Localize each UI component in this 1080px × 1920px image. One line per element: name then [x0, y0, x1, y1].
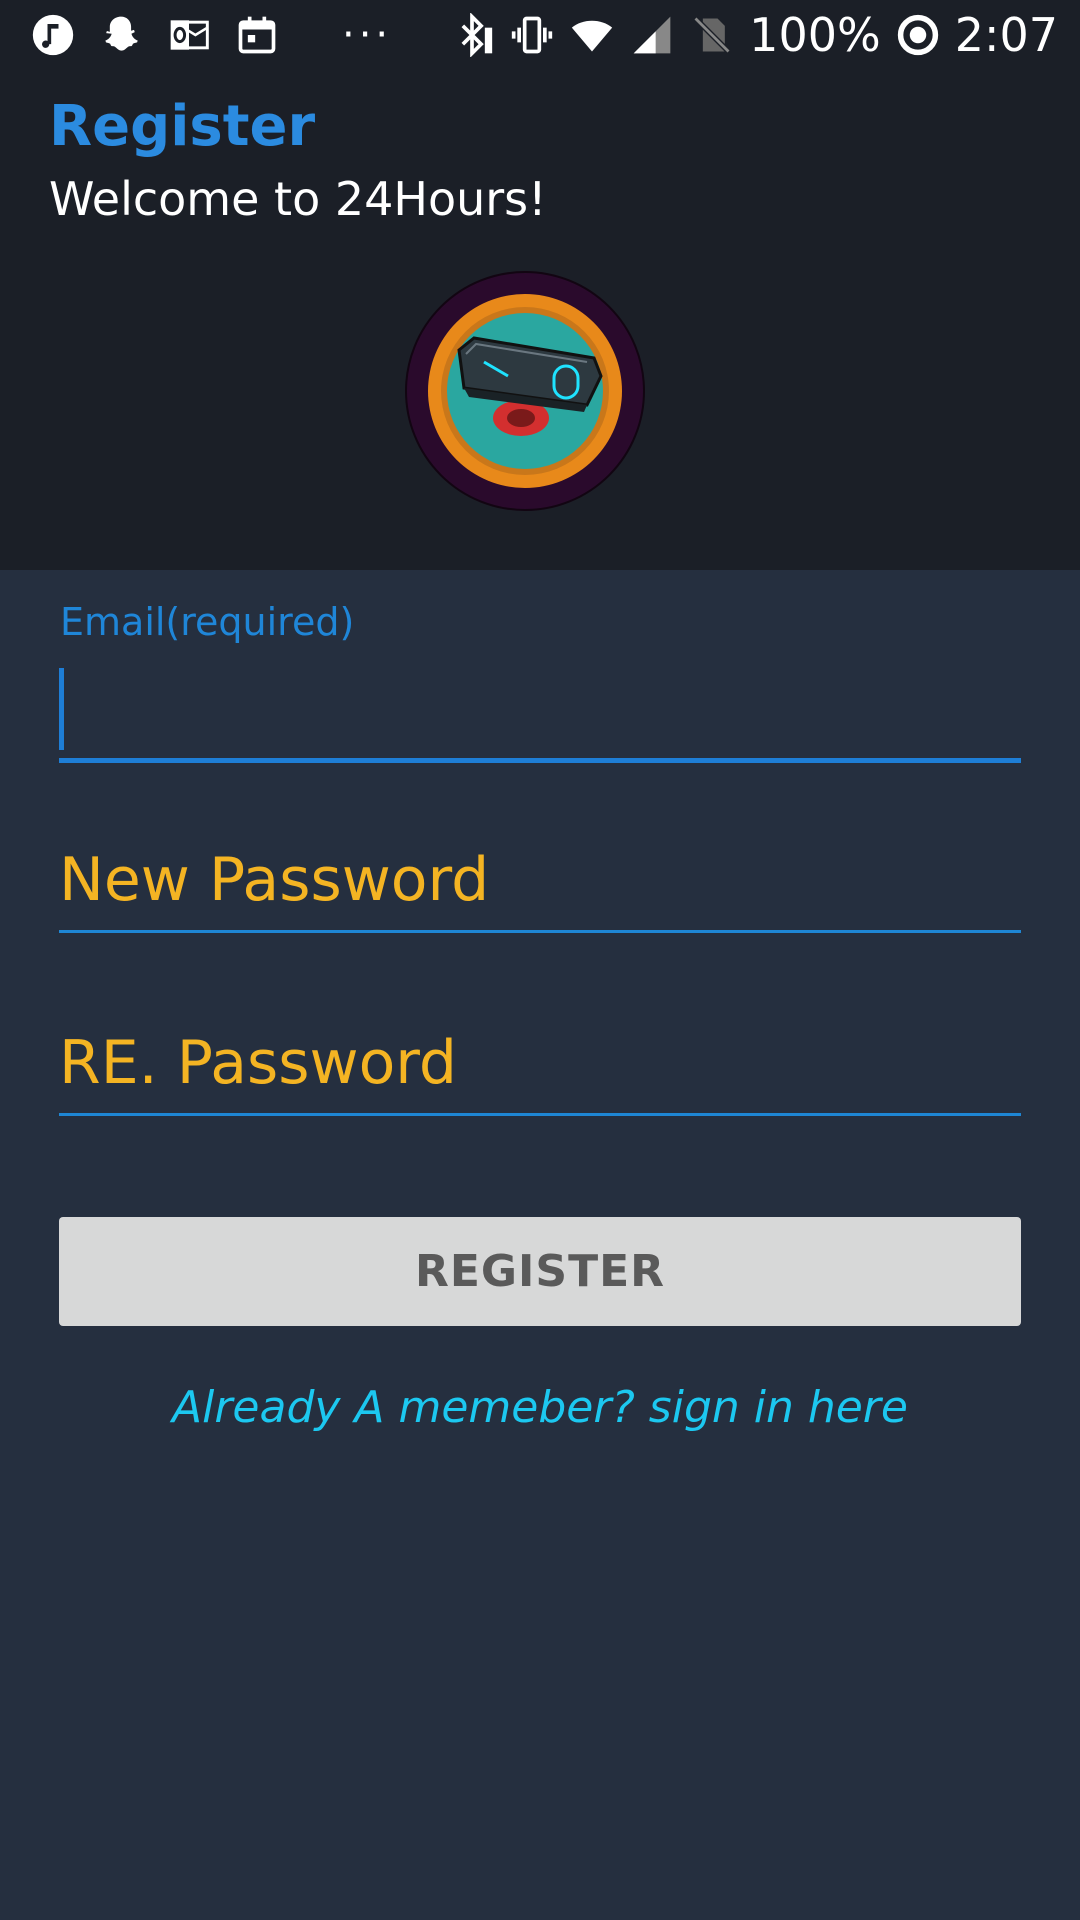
register-button[interactable]: REGISTER [59, 1217, 1021, 1326]
status-right-icons: 100% 2:07 [449, 0, 1058, 70]
clock: 2:07 [954, 8, 1058, 62]
app-logo [404, 270, 646, 512]
email-field[interactable] [59, 668, 1035, 763]
email-input[interactable] [59, 668, 1035, 750]
calendar-icon [234, 12, 280, 58]
welcome-subtitle: Welcome to 24Hours! [49, 172, 547, 226]
new-password-field[interactable] [59, 830, 1021, 933]
music-note-icon [30, 12, 76, 58]
snapchat-ghost-icon [98, 12, 144, 58]
new-password-input[interactable] [59, 830, 1021, 930]
outlook-icon [166, 12, 212, 58]
re-password-input[interactable] [59, 1013, 1021, 1113]
text-cursor [59, 668, 64, 750]
page-title: Register [49, 94, 316, 159]
re-password-field[interactable] [59, 1013, 1021, 1116]
status-bar: ··· 100% 2:07 [0, 0, 1080, 70]
status-left-icons: ··· [30, 0, 392, 70]
header: Register Welcome to 24Hours! [0, 70, 1080, 570]
wifi-icon [569, 12, 615, 58]
vibrate-icon [509, 12, 555, 58]
sign-in-link[interactable]: Already A memeber? sign in here [0, 1382, 1080, 1433]
battery-percentage: 100% [749, 8, 881, 62]
email-label: Email(required) [60, 600, 355, 644]
signal-icon [629, 12, 675, 58]
no-sim-icon [689, 12, 735, 58]
sync-icon [895, 12, 941, 58]
bluetooth-icon [449, 12, 495, 58]
overflow-dots: ··· [342, 12, 393, 58]
